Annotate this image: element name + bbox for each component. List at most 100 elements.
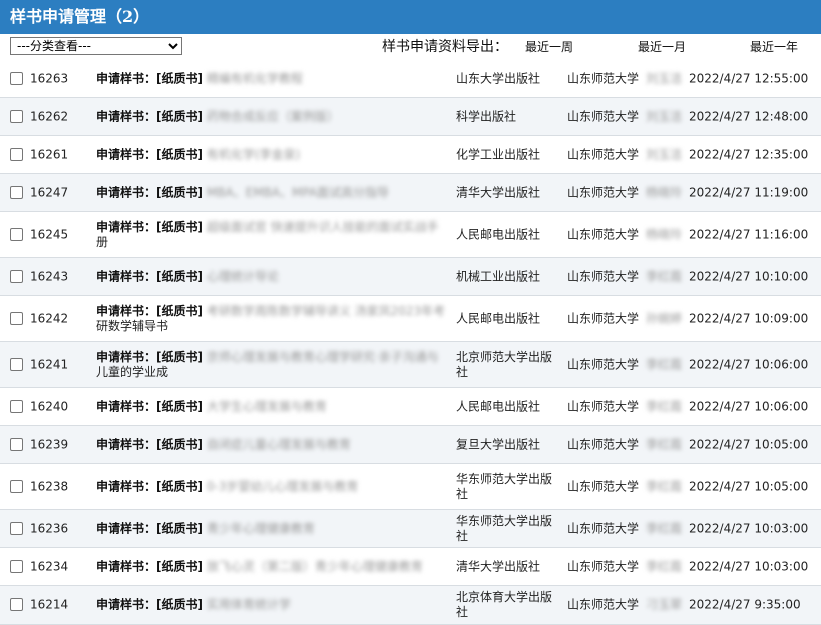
row-checkbox[interactable] [10, 399, 23, 413]
request-row: 16263 申请样书：[纸质书] 精编有机化学教程 山东大学出版社 山东师范大学 刘玉洁… [0, 60, 821, 98]
book-type-label: [纸质书] [156, 219, 203, 234]
publisher: 清华大学出版社 [456, 185, 541, 199]
export-last-month-link[interactable]: 最近一月 [638, 38, 686, 55]
book-title-cell: 申请样书：[纸质书] 精编有机化学教程 [96, 71, 446, 86]
publisher: 清华大学出版社 [456, 559, 541, 573]
export-last-week-link[interactable]: 最近一周 [525, 38, 573, 55]
request-date: 2022/4/27 12:55:00 [689, 71, 809, 85]
book-type-label: [纸质书] [156, 147, 203, 161]
row-checkbox[interactable] [10, 311, 23, 325]
book-type-label: [纸质书] [156, 109, 203, 123]
request-id: 16236 [30, 521, 69, 535]
book-title-tail: 儿童的学业成 [96, 364, 169, 379]
export-label: 样书申请资料导出： [382, 39, 508, 55]
request-row: 16239 申请样书：[纸质书] 自闭症儿童心理发展与教育 复旦大学出版社 山东师范大… [0, 426, 821, 464]
book-title-cell: 申请样书：[纸质书] 心理统计导论 [96, 269, 446, 284]
publisher: 人民邮电出版社 [456, 311, 541, 325]
request-date: 2022/4/27 9:35:00 [689, 597, 801, 612]
request-date: 2022/4/27 10:06:00 [689, 399, 809, 413]
request-id: 16261 [30, 147, 69, 161]
apply-label: 申请样书： [96, 559, 157, 573]
row-checkbox[interactable] [10, 269, 23, 283]
apply-label: 申请样书： [96, 479, 157, 493]
university: 山东师范大学 [567, 311, 640, 325]
request-date: 2022/4/27 10:03:00 [689, 559, 809, 573]
request-row: 16261 申请样书：[纸质书] 有机化学(李金泉) 化学工业出版社 山东师范大学 刘玉… [0, 136, 821, 174]
request-id: 16234 [30, 559, 69, 573]
request-id: 16239 [30, 437, 69, 451]
row-checkbox[interactable] [10, 357, 23, 371]
apply-label: 申请样书： [96, 597, 157, 612]
request-date: 2022/4/27 10:03:00 [689, 521, 809, 535]
publisher: 复旦大学出版社 [456, 437, 541, 451]
publisher: 华东师范大学出版社 [456, 513, 553, 543]
book-title: 考研数学周陈数学辅导讲义 汤家凤2023年考 [206, 303, 446, 318]
publisher: 化学工业出版社 [456, 147, 541, 161]
applicant-name: 刘玉洁 [646, 147, 683, 161]
apply-label: 申请样书： [96, 185, 157, 199]
request-date: 2022/4/27 10:09:00 [689, 311, 809, 325]
book-title-cell: 申请样书：[纸质书] 大学生心理发展与教育 [96, 399, 446, 414]
book-type-label: [纸质书] [156, 597, 203, 612]
request-id: 16238 [30, 479, 69, 493]
applicant-name: 刁玉翠 [646, 597, 683, 612]
applicant-name: 李红霞 [646, 437, 683, 451]
row-checkbox[interactable] [10, 521, 23, 535]
university: 山东师范大学 [567, 399, 640, 413]
request-date: 2022/4/27 10:05:00 [689, 479, 809, 493]
request-id: 16240 [30, 399, 69, 413]
request-row: 16242 申请样书：[纸质书] 考研数学周陈数学辅导讲义 汤家凤2023年考 研数… [0, 296, 821, 342]
request-row: 16241 申请样书：[纸质书] 京师心理发展与教育心理学研究·亲子沟通与 儿童的学… [0, 342, 821, 388]
row-checkbox[interactable] [10, 147, 23, 161]
row-checkbox[interactable] [10, 227, 23, 241]
university: 山东师范大学 [567, 357, 640, 371]
row-checkbox[interactable] [10, 185, 23, 199]
export-last-year-link[interactable]: 最近一年 [750, 38, 798, 55]
row-checkbox[interactable] [10, 598, 23, 611]
book-type-label: [纸质书] [156, 71, 203, 85]
request-date: 2022/4/27 12:48:00 [689, 109, 809, 123]
request-row: 16240 申请样书：[纸质书] 大学生心理发展与教育 人民邮电出版社 山东师范大学李… [0, 388, 821, 426]
book-title-cell: 申请样书：[纸质书] 药物合成反应（案例版） [96, 109, 446, 124]
category-filter-select[interactable]: ---分类查看--- [10, 37, 182, 55]
book-title: 有机化学(李金泉) [206, 147, 301, 161]
apply-label: 申请样书： [96, 521, 157, 535]
page-header: 样书申请管理（2） [0, 0, 821, 34]
row-checkbox[interactable] [10, 71, 23, 85]
book-type-label: [纸质书] [156, 303, 203, 318]
university: 山东师范大学 [567, 559, 640, 573]
publisher: 科学出版社 [456, 109, 517, 123]
request-date: 2022/4/27 10:10:00 [689, 269, 809, 283]
request-id: 16214 [30, 597, 69, 612]
publisher: 华东师范大学出版社 [456, 471, 553, 501]
book-title-cell: 申请样书：[纸质书] 自闭症儿童心理发展与教育 [96, 437, 446, 452]
request-row: 16262 申请样书：[纸质书] 药物合成反应（案例版） 科学出版社 山东师范大学 刘玉… [0, 98, 821, 136]
request-id: 16263 [30, 71, 69, 85]
university: 山东师范大学 [567, 147, 640, 161]
apply-label: 申请样书： [96, 109, 157, 123]
book-type-label: [纸质书] [156, 479, 203, 493]
request-row: 16243 申请样书：[纸质书] 心理统计导论 机械工业出版社 山东师范大学 李红霞 20… [0, 258, 821, 296]
request-row: 16238 申请样书：[纸质书] 0-3岁婴幼儿心理发展与教育 华东师范大学出版社山… [0, 464, 821, 510]
row-checkbox[interactable] [10, 437, 23, 451]
publisher: 机械工业出版社 [456, 269, 541, 283]
university: 山东师范大学 [567, 71, 640, 85]
book-title: 大学生心理发展与教育 [206, 399, 327, 413]
request-row: 16214 申请样书：[纸质书] 实用体育统计学 北京体育大学出版社 山东师范大学 刁玉… [0, 586, 821, 625]
book-type-label: [纸质书] [156, 521, 203, 535]
row-checkbox[interactable] [10, 559, 23, 573]
publisher: 北京师范大学出版社 [456, 349, 553, 379]
book-title-cell: 申请样书：[纸质书] 有机化学(李金泉) [96, 147, 446, 162]
request-date: 2022/4/27 10:06:00 [689, 357, 809, 371]
applicant-name: 李红霞 [646, 559, 683, 573]
university: 山东师范大学 [567, 269, 640, 283]
book-title-tail: 册 [96, 234, 109, 249]
applicant-name: 刘玉洁 [646, 71, 683, 85]
request-list: 16263 申请样书：[纸质书] 精编有机化学教程 山东大学出版社 山东师范大学 刘玉洁… [0, 60, 821, 625]
row-checkbox[interactable] [10, 109, 23, 123]
row-checkbox[interactable] [10, 479, 23, 493]
request-id: 16245 [30, 227, 69, 241]
book-title-cell: 申请样书：[纸质书] 实用体育统计学 [96, 598, 446, 613]
request-row: 16236 申请样书：[纸质书] 青少年心理健康教育 华东师范大学出版社 山东师范大学… [0, 510, 821, 548]
university: 山东师范大学 [567, 597, 640, 612]
